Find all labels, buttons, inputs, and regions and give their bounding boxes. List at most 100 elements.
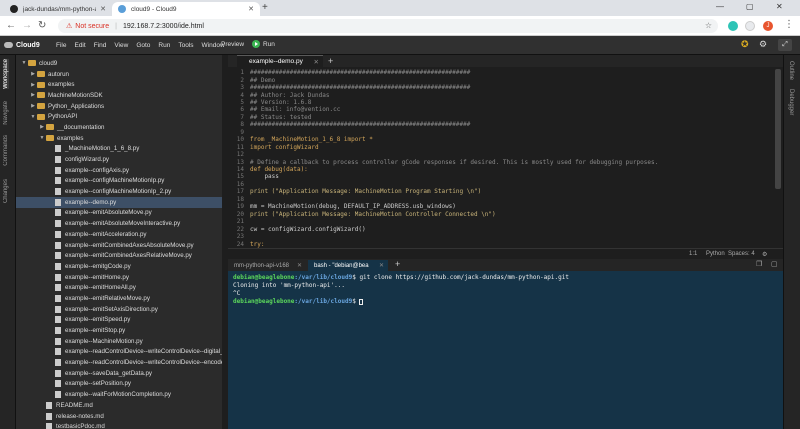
tree-folder[interactable]: ▶ autorun — [16, 69, 222, 80]
language-mode[interactable]: Python — [706, 251, 725, 257]
tree-file[interactable]: example--emitStop.py — [16, 325, 222, 336]
caret-right-icon[interactable]: ▶ — [38, 124, 46, 130]
indent-setting[interactable]: Spaces: 4 — [728, 251, 755, 257]
tree-file[interactable]: example--saveData_getData.py — [16, 368, 222, 379]
tree-file[interactable]: _MachineMotion_1_6_8.py — [16, 144, 222, 155]
caret-right-icon[interactable]: ▶ — [29, 71, 37, 77]
tree-folder[interactable]: ▶ MachineMotionSDK — [16, 90, 222, 101]
preview-button[interactable]: Preview — [221, 41, 244, 48]
menu-run[interactable]: Run — [158, 42, 170, 49]
tree-file[interactable]: example--emitAbsoluteMoveInteractive.py — [16, 218, 222, 229]
terminal-tab-mm[interactable]: mm-python-api-v168 ✕ — [228, 260, 306, 271]
menu-find[interactable]: Find — [94, 42, 107, 49]
tree-file[interactable]: example--demo.py — [16, 196, 222, 208]
tree-folder[interactable]: ▶ Python_Applications — [16, 101, 222, 112]
tree-file[interactable]: example--waitForMotionCompletion.py — [16, 389, 222, 400]
tree-file[interactable]: example--MachineMotion.py — [16, 336, 222, 347]
caret-right-icon[interactable]: ▶ — [29, 103, 37, 109]
forward-arrow-icon[interactable]: → — [22, 20, 32, 31]
tree-file[interactable]: example--emitSpeed.py — [16, 315, 222, 326]
close-window-button[interactable]: ✕ — [776, 2, 783, 11]
caret-down-icon[interactable]: ▼ — [20, 60, 28, 66]
tree-folder[interactable]: ▶ __documentation — [16, 122, 222, 133]
settings-gear-icon[interactable]: ⚙ — [762, 251, 767, 258]
tree-file[interactable]: example--readControlDevice--writeControl… — [16, 347, 222, 358]
badge-icon[interactable]: ✪ — [741, 39, 749, 50]
menu-tools[interactable]: Tools — [178, 42, 193, 49]
tree-file[interactable]: example--emitCombinedAxesAbsoluteMove.py — [16, 240, 222, 251]
minimize-button[interactable]: — — [716, 2, 724, 11]
add-editor-tab-button[interactable]: + — [328, 56, 333, 66]
tree-folder[interactable]: ▼ cloud9 — [16, 58, 222, 69]
extension-icon[interactable] — [745, 21, 755, 31]
avatar[interactable]: J — [763, 21, 773, 31]
close-icon[interactable]: ✕ — [314, 58, 319, 66]
maximize-icon[interactable]: ▢ — [771, 260, 778, 268]
caret-down-icon[interactable]: ▼ — [29, 114, 37, 120]
url-field[interactable]: ⚠ Not secure | 192.168.7.2:3000/ide.html… — [58, 19, 718, 33]
close-icon[interactable]: ✕ — [100, 5, 106, 13]
tree-file[interactable]: example--emitCombinedAxesRelativeMove.py — [16, 250, 222, 261]
tree-file[interactable]: example--emitHome.py — [16, 272, 222, 283]
close-icon[interactable]: ✕ — [297, 262, 302, 269]
bookmark-star-icon[interactable]: ☆ — [705, 21, 712, 30]
cursor-position[interactable]: 1:1 — [689, 251, 697, 257]
line-number: 12 — [236, 151, 244, 159]
new-tab-button[interactable]: + — [262, 2, 268, 13]
close-icon[interactable]: ✕ — [248, 5, 254, 13]
terminal-tab-bash[interactable]: bash - "debian@bea ✕ — [308, 260, 388, 271]
caret-right-icon[interactable]: ▶ — [29, 92, 37, 98]
ide-logo[interactable]: Cloud9 — [0, 42, 56, 49]
caret-down-icon[interactable]: ▼ — [38, 135, 46, 141]
tree-item-label: example--emitStop.py — [65, 327, 126, 335]
tree-folder[interactable]: ▶ examples — [16, 79, 222, 90]
folder-icon — [28, 60, 36, 67]
tree-file[interactable]: example--configAxis.py — [16, 165, 222, 176]
tree-file[interactable]: example--emitHomeAll.py — [16, 282, 222, 293]
panel-debugger[interactable]: Debugger — [788, 89, 794, 115]
fullscreen-icon[interactable]: ⤢ — [778, 39, 792, 51]
close-icon[interactable]: ✕ — [379, 262, 384, 269]
panel-commands[interactable]: Commands — [3, 135, 9, 166]
editor-tab-demo[interactable]: example--demo.py ✕ — [237, 55, 323, 67]
extension-icon[interactable] — [728, 21, 738, 31]
tree-file[interactable]: example--readControlDevice--writeControl… — [16, 357, 222, 368]
menu-file[interactable]: File — [56, 42, 66, 49]
add-terminal-tab-button[interactable]: + — [395, 259, 400, 269]
restore-icon[interactable]: ❐ — [756, 260, 762, 268]
tree-file[interactable]: testbasicPdoc.md — [16, 421, 222, 429]
run-button[interactable]: Run — [252, 40, 275, 48]
tree-file[interactable]: example--emitgCode.py — [16, 261, 222, 272]
maximize-button[interactable]: ▢ — [746, 2, 754, 11]
tree-file[interactable]: release-notes.md — [16, 411, 222, 422]
panel-changes[interactable]: Changes — [3, 179, 9, 203]
tree-item-label: example--waitForMotionCompletion.py — [65, 391, 171, 399]
tree-file[interactable]: example--emitAbsoluteMove.py — [16, 208, 222, 219]
tree-file[interactable]: configWizard.py — [16, 154, 222, 165]
browser-menu-icon[interactable]: ⋮ — [784, 19, 794, 30]
gear-icon[interactable]: ⚙ — [759, 39, 767, 50]
terminal[interactable]: debian@beaglebone:/var/lib/cloud9$ git c… — [228, 271, 783, 429]
tree-file[interactable]: example--emitSetAxisDirection.py — [16, 304, 222, 315]
tree-file[interactable]: example--configMachineMotionIp.py — [16, 176, 222, 187]
caret-right-icon[interactable]: ▶ — [29, 82, 37, 88]
menu-edit[interactable]: Edit — [74, 42, 85, 49]
tree-file[interactable]: example--configMachineMotionIp_2.py — [16, 186, 222, 197]
tree-folder[interactable]: ▼ examples — [16, 133, 222, 144]
panel-navigate[interactable]: Navigate — [3, 101, 9, 125]
tree-file[interactable]: README.md — [16, 400, 222, 411]
code-editor[interactable]: 1 #######################################… — [228, 67, 783, 248]
tree-file[interactable]: example--setPosition.py — [16, 379, 222, 390]
browser-tab-github[interactable]: jack-dundas/mm-python-api: a ... ✕ — [4, 2, 112, 16]
menu-goto[interactable]: Goto — [136, 42, 150, 49]
reload-icon[interactable]: ↻ — [38, 20, 46, 31]
tree-item-label: example--emitAbsoluteMove.py — [65, 209, 152, 217]
panel-workspace[interactable]: Workspace — [3, 59, 9, 89]
tree-file[interactable]: example--emitRelativeMove.py — [16, 293, 222, 304]
tree-file[interactable]: example--emitAcceleration.py — [16, 229, 222, 240]
back-arrow-icon[interactable]: ← — [6, 20, 16, 31]
panel-outline[interactable]: Outline — [788, 61, 794, 80]
menu-view[interactable]: View — [114, 42, 128, 49]
browser-tab-cloud9[interactable]: cloud9 - Cloud9 ✕ — [112, 2, 260, 16]
tree-folder[interactable]: ▼ PythonAPI — [16, 111, 222, 122]
